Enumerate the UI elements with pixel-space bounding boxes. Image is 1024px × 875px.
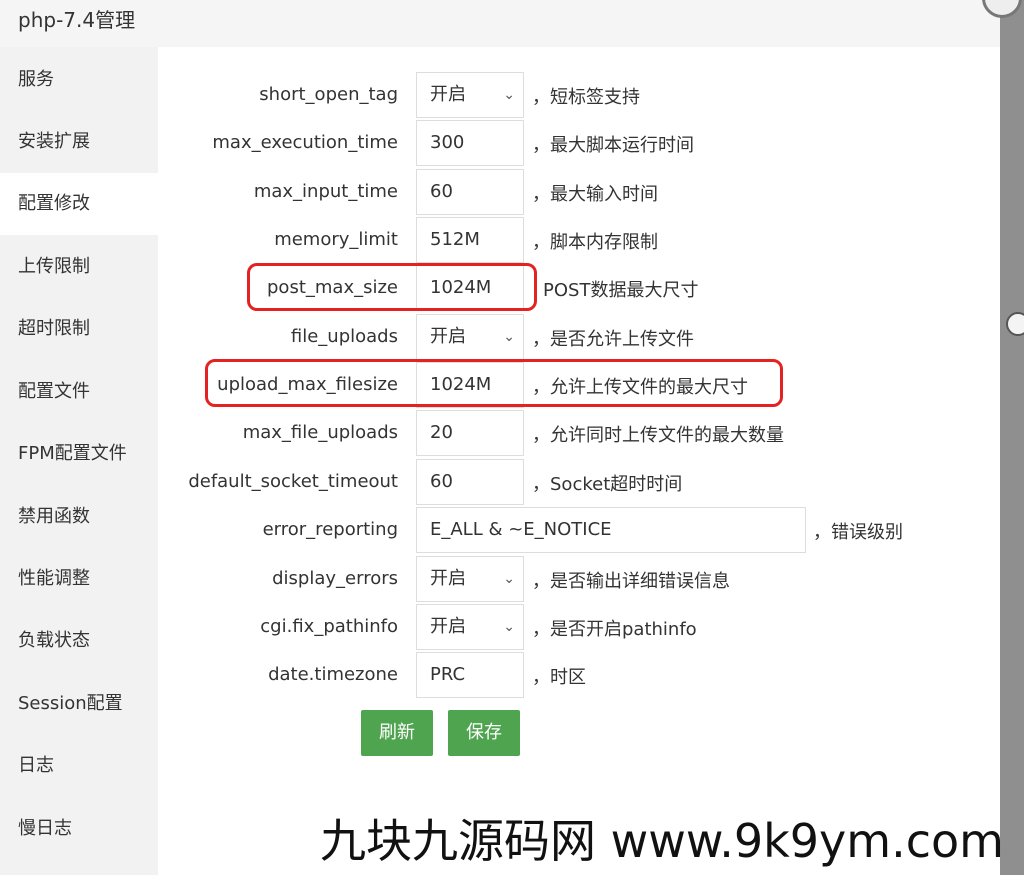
- error-reporting-input[interactable]: E_ALL & ~E_NOTICE: [416, 507, 806, 553]
- setting-description: ，短标签支持: [532, 87, 640, 108]
- watermark-text: 九块九源码网 www.9k9ym.com: [320, 814, 1004, 868]
- chevron-down-icon: ⌄: [503, 87, 515, 103]
- setting-description: ，Socket超时时间: [532, 474, 683, 495]
- dialog-title: php-7.4管理: [18, 8, 136, 32]
- dialog-header: php-7.4管理: [0, 0, 1000, 47]
- chevron-down-icon: ⌄: [503, 619, 515, 635]
- setting-label: max_file_uploads: [242, 422, 398, 443]
- setting-description: ，是否允许上传文件: [532, 329, 694, 350]
- setting-label: file_uploads: [290, 326, 398, 347]
- sidebar-item-service[interactable]: 服务: [0, 49, 158, 111]
- setting-label: memory_limit: [274, 229, 398, 250]
- highlight-box-upload-max-filesize: [205, 359, 783, 407]
- setting-description: ，允许同时上传文件的最大数量: [532, 425, 784, 446]
- sidebar: 服务 安装扩展 配置修改 上传限制 超时限制 配置文件 FPM配置文件 禁用函数…: [0, 47, 158, 875]
- memory-limit-input[interactable]: 512M: [416, 217, 524, 263]
- short-open-tag-select[interactable]: 开启 ⌄: [416, 72, 524, 118]
- background-overlay: [1000, 0, 1024, 875]
- setting-label: display_errors: [272, 568, 398, 589]
- highlight-box-post-max-size: [247, 263, 537, 311]
- scroll-handle-icon[interactable]: [1006, 312, 1024, 336]
- setting-description: ，是否开启pathinfo: [532, 619, 697, 640]
- display-errors-select[interactable]: 开启 ⌄: [416, 556, 524, 602]
- refresh-button[interactable]: 刷新: [361, 710, 433, 756]
- setting-description: ，时区: [532, 667, 586, 688]
- cgi-fix-pathinfo-select[interactable]: 开启 ⌄: [416, 604, 524, 650]
- sidebar-item-install-extension[interactable]: 安装扩展: [0, 111, 158, 173]
- sidebar-item-performance[interactable]: 性能调整: [0, 548, 158, 610]
- sidebar-item-log[interactable]: 日志: [0, 735, 158, 797]
- sidebar-item-disabled-functions[interactable]: 禁用函数: [0, 486, 158, 548]
- chevron-down-icon: ⌄: [503, 571, 515, 587]
- sidebar-item-fpm-config-file[interactable]: FPM配置文件: [0, 423, 158, 485]
- default-socket-timeout-input[interactable]: 60: [416, 459, 524, 505]
- setting-description: ，错误级别: [813, 522, 903, 543]
- sidebar-item-upload-limit[interactable]: 上传限制: [0, 236, 158, 298]
- sidebar-item-session-config[interactable]: Session配置: [0, 673, 158, 735]
- setting-description: ，脚本内存限制: [532, 232, 658, 253]
- setting-label: max_execution_time: [212, 132, 398, 153]
- setting-description: POST数据最大尺寸: [543, 280, 699, 301]
- sidebar-item-config-file[interactable]: 配置文件: [0, 361, 158, 423]
- max-file-uploads-input[interactable]: 20: [416, 410, 524, 456]
- max-input-time-input[interactable]: 60: [416, 169, 524, 215]
- setting-description: ，是否输出详细错误信息: [532, 571, 730, 592]
- sidebar-item-load-status[interactable]: 负载状态: [0, 610, 158, 672]
- max-execution-time-input[interactable]: 300: [416, 120, 524, 166]
- setting-label: error_reporting: [262, 519, 398, 540]
- setting-label: cgi.fix_pathinfo: [260, 616, 398, 637]
- setting-label: date.timezone: [268, 664, 398, 685]
- sidebar-item-timeout-limit[interactable]: 超时限制: [0, 298, 158, 360]
- save-button[interactable]: 保存: [448, 710, 520, 756]
- setting-description: ，最大输入时间: [532, 184, 658, 205]
- setting-description: ，最大脚本运行时间: [532, 135, 694, 156]
- chevron-down-icon: ⌄: [503, 329, 515, 345]
- setting-label: default_socket_timeout: [188, 471, 398, 492]
- sidebar-item-config-edit[interactable]: 配置修改: [0, 173, 158, 235]
- setting-label: short_open_tag: [259, 84, 398, 105]
- config-panel: short_open_tag 开启 ⌄ ，短标签支持 max_execution_…: [158, 47, 1000, 875]
- setting-label: max_input_time: [253, 181, 398, 202]
- file-uploads-select[interactable]: 开启 ⌄: [416, 314, 524, 360]
- sidebar-item-slow-log[interactable]: 慢日志: [0, 798, 158, 860]
- date-timezone-input[interactable]: PRC: [416, 652, 524, 698]
